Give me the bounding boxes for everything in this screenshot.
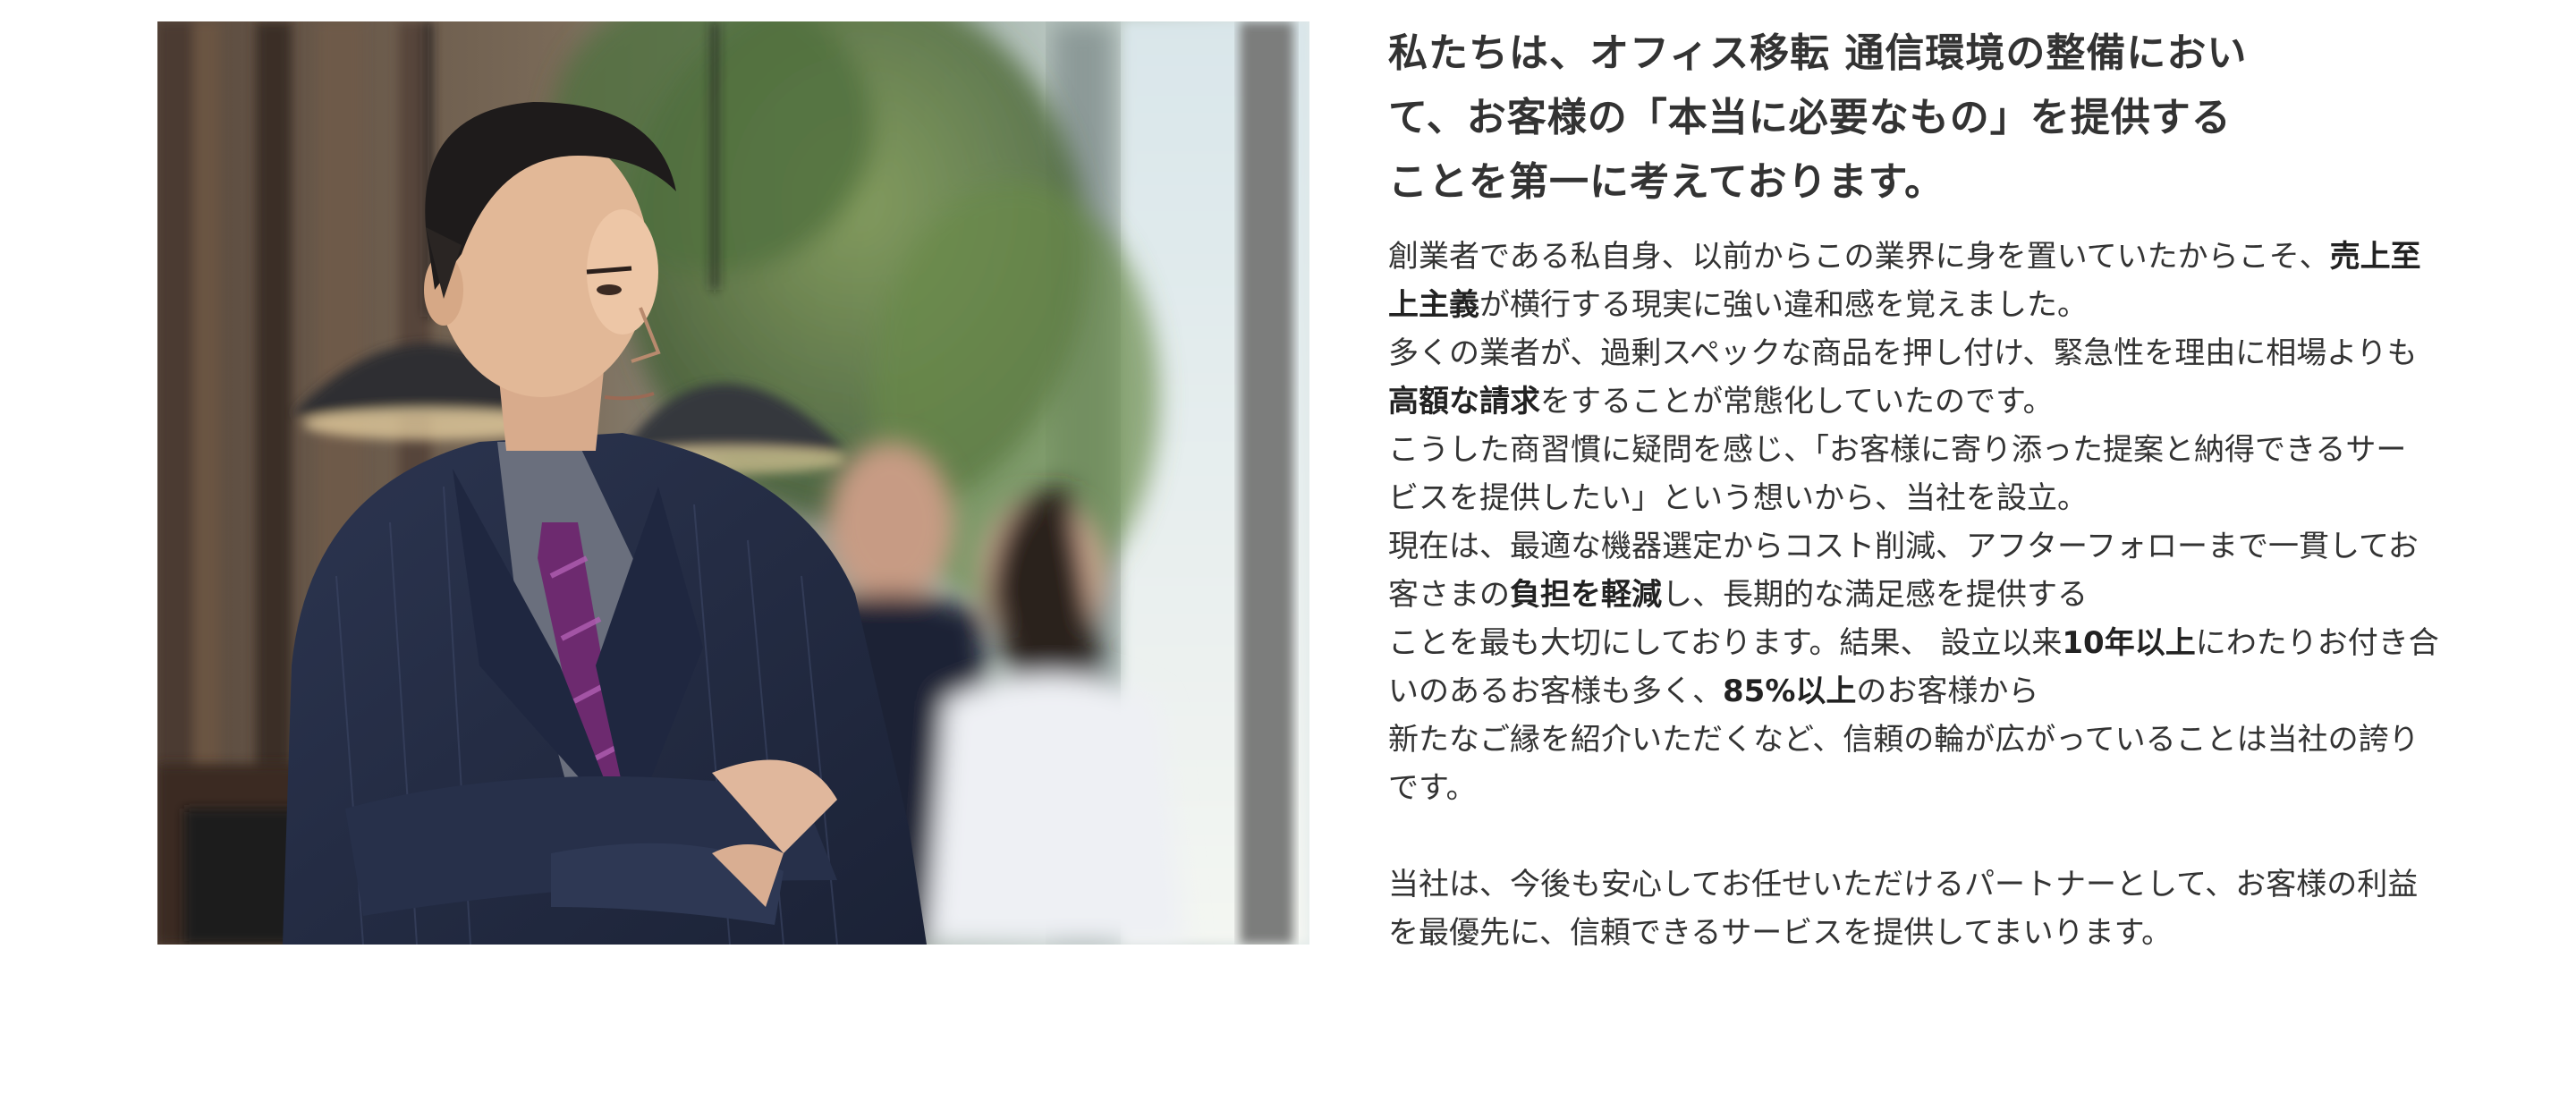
body-text: が横行する現実に強い違和感を覚えました。 — [1479, 287, 2088, 323]
body-line: 高額な請求をすることが常態化していたのです。 — [1388, 377, 2533, 426]
body-line: 新たなご縁を紹介いただくなど、信頼の輪が広がっていることは当社の誇り — [1388, 722, 2419, 758]
body-text: のお客様から — [1856, 674, 2039, 709]
emphasis-text: 負担を軽減 — [1510, 577, 1662, 613]
founder-photo-illustration — [157, 21, 1309, 945]
body-text: 客さまの — [1388, 577, 1510, 613]
body-text: ことを最も大切にしております。結果、 設立以来 — [1388, 625, 2063, 661]
body-line: ことを最も大切にしております。結果、 設立以来10年以上にわたりお付き合 — [1388, 619, 2533, 667]
emphasis-text: 高額な請求 — [1388, 384, 1540, 419]
heading-line: ことを第一に考えております。 — [1388, 159, 1945, 205]
body-line: を最優先に、信頼できるサービスを提供してまいります。 — [1388, 915, 2173, 951]
body-line: 創業者である私自身、以前からこの業界に身を置いていたからこそ、売上至 — [1388, 233, 2533, 281]
heading-line: 私たちは、オフィス移転 通信環境の整備におい — [1388, 30, 2248, 76]
about-section: 私たちは、オフィス移転 通信環境の整備におい て、お客様の「本当に必要なもの」を… — [1388, 21, 2533, 957]
body-line: いのあるお客様も多く、85%以上のお客様から — [1388, 667, 2533, 716]
emphasis-text: 上主義 — [1388, 287, 1479, 323]
body-line: 当社は、今後も安心してお任せいただけるパートナーとして、お客様の利益 — [1388, 867, 2419, 902]
body-text: にわたりお付き合 — [2195, 625, 2439, 661]
body-line: 多くの業者が、過剰スペックな商品を押し付け、緊急性を理由に相場よりも — [1388, 335, 2418, 371]
body-line: 客さまの負担を軽減し、長期的な満足感を提供する — [1388, 571, 2533, 619]
section-body: 創業者である私自身、以前からこの業界に身を置いていたからこそ、売上至 上主義が横… — [1388, 233, 2533, 957]
emphasis-text: 売上至 — [2329, 239, 2421, 275]
body-line: です。 — [1388, 770, 1477, 806]
body-line: 現在は、最適な機器選定からコスト削減、アフターフォローまで一貫してお — [1388, 529, 2419, 564]
body-text: し、長期的な満足感を提供する — [1662, 577, 2088, 613]
body-line: ビスを提供したい」という想いから、当社を設立。 — [1388, 480, 2088, 516]
body-text: をすることが常態化していたのです。 — [1540, 384, 2054, 419]
emphasis-text: 10年以上 — [2062, 625, 2196, 661]
body-line: こうした商習慣に疑問を感じ、「お客様に寄り添った提案と納得できるサー — [1388, 432, 2407, 468]
founder-photo — [157, 21, 1309, 945]
emphasis-text: 85%以上 — [1723, 674, 1857, 709]
body-line: 上主義が横行する現実に強い違和感を覚えました。 — [1388, 281, 2533, 329]
section-heading: 私たちは、オフィス移転 通信環境の整備におい て、お客様の「本当に必要なもの」を… — [1388, 21, 2533, 215]
body-text: いのあるお客様も多く、 — [1388, 674, 1723, 709]
body-text: 創業者である私自身、以前からこの業界に身を置いていたからこそ、 — [1388, 239, 2330, 275]
heading-line: て、お客様の「本当に必要なもの」を提供する — [1388, 95, 2232, 140]
